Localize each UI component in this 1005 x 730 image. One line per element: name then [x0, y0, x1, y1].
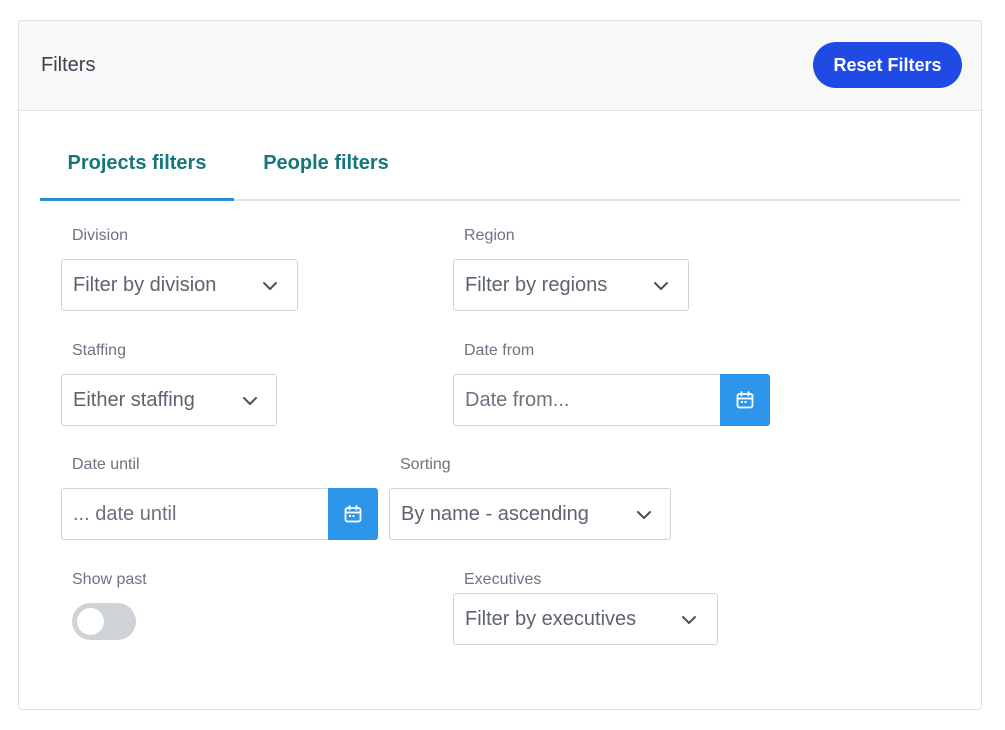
staffing-select-value: Either staffing: [73, 389, 195, 411]
date-from-input[interactable]: [453, 374, 720, 426]
filter-tabs: Projects filters People filters: [40, 129, 961, 201]
chevron-down-icon: [654, 282, 668, 290]
date-from-label: Date from: [464, 342, 535, 359]
sorting-select[interactable]: By name - ascending: [389, 488, 671, 540]
show-past-label: Show past: [72, 571, 147, 588]
division-select-value: Filter by division: [73, 274, 217, 296]
toggle-knob: [77, 608, 104, 635]
executives-select[interactable]: Filter by executives: [453, 593, 718, 645]
region-select[interactable]: Filter by regions: [453, 259, 689, 311]
date-until-calendar-button[interactable]: [328, 488, 378, 540]
executives-select-value: Filter by executives: [465, 608, 637, 630]
show-past-toggle[interactable]: [72, 603, 136, 640]
region-select-value: Filter by regions: [465, 274, 608, 296]
active-tab-indicator: [40, 198, 234, 201]
tab-people-filters[interactable]: People filters: [240, 129, 412, 199]
date-from-calendar-button[interactable]: [720, 374, 770, 426]
chevron-down-icon: [243, 397, 257, 405]
calendar-icon: [344, 505, 362, 523]
date-until-label: Date until: [72, 456, 140, 473]
date-until-input[interactable]: [61, 488, 328, 540]
sorting-label: Sorting: [400, 456, 451, 473]
staffing-label: Staffing: [72, 342, 126, 359]
chevron-down-icon: [637, 511, 651, 519]
panel-title: Filters: [41, 54, 96, 76]
division-label: Division: [72, 227, 129, 244]
tab-projects-filters[interactable]: Projects filters: [40, 129, 234, 199]
chevron-down-icon: [682, 616, 696, 624]
calendar-icon: [736, 391, 754, 409]
panel-header: Filters Reset Filters: [19, 21, 981, 111]
staffing-select[interactable]: Either staffing: [61, 374, 277, 426]
region-label: Region: [464, 227, 515, 244]
division-select[interactable]: Filter by division: [61, 259, 298, 311]
reset-filters-button[interactable]: Reset Filters: [813, 42, 962, 88]
filters-panel: Filters Reset Filters Projects filters P…: [18, 20, 982, 710]
chevron-down-icon: [263, 282, 277, 290]
sorting-select-value: By name - ascending: [401, 503, 589, 525]
executives-label: Executives: [464, 571, 542, 588]
